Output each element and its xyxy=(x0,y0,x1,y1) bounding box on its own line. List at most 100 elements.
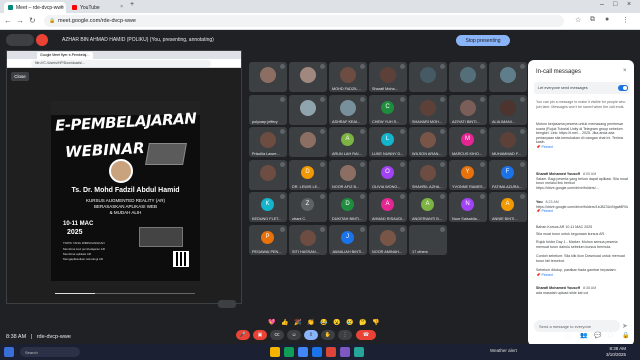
more-options-button[interactable]: ⋮ xyxy=(338,330,352,340)
participant-tile[interactable]: A ARUN LAH RAI... xyxy=(329,127,367,157)
file-explorer-icon[interactable] xyxy=(270,347,280,357)
annotate-button[interactable] xyxy=(36,34,48,46)
close-icon[interactable]: × xyxy=(60,4,63,10)
maximize-icon[interactable]: □ xyxy=(613,1,617,8)
app-icon[interactable] xyxy=(340,347,350,357)
clap-icon[interactable]: 👏 xyxy=(307,319,314,326)
participant-tile[interactable]: NOOR AMINAH... xyxy=(369,224,407,255)
people-icon[interactable]: 👥 xyxy=(580,332,587,339)
participant-tile[interactable] xyxy=(289,127,327,157)
present-button[interactable]: ⇪ xyxy=(304,330,318,340)
leave-call-button[interactable]: ☎ xyxy=(356,330,376,340)
reactions-button[interactable]: ☺ xyxy=(287,330,301,340)
host-controls-icon[interactable]: 🔒 xyxy=(622,332,629,339)
surprised-icon[interactable]: 😮 xyxy=(333,319,340,326)
participant-tile[interactable]: SITI HASSAN... xyxy=(289,224,327,255)
tab-youtube[interactable]: YouTube × xyxy=(68,2,126,13)
participant-tile[interactable]: K KEDUNG FLET... xyxy=(249,192,287,222)
mic-button[interactable]: 🎤 xyxy=(236,330,250,340)
participant-tile[interactable]: O OLIVIA WONG... xyxy=(369,159,407,190)
back-icon[interactable]: ← xyxy=(4,16,12,25)
thinking-icon[interactable]: 🤔 xyxy=(359,319,366,326)
thumbs-down-icon[interactable]: 👎 xyxy=(372,319,379,326)
reload-icon[interactable]: ↻ xyxy=(29,16,36,25)
participant-tile[interactable]: ALIA IMANI... xyxy=(489,94,527,125)
participant-tile[interactable]: F FATIMA AZURA... xyxy=(489,159,527,190)
share-control-button[interactable] xyxy=(218,300,236,308)
close-button[interactable]: Close xyxy=(11,72,29,81)
minimize-icon[interactable]: – xyxy=(600,1,604,8)
captions-button[interactable]: cc xyxy=(270,330,284,340)
participant-tile[interactable]: NOOR AFIZ B... xyxy=(329,159,367,190)
close-icon[interactable]: × xyxy=(623,68,627,74)
chat-input[interactable]: Send a message to everyone xyxy=(534,320,620,332)
participant-tile[interactable]: P PEGAWAI PEN... xyxy=(249,224,287,255)
edge-icon[interactable] xyxy=(312,347,322,357)
info-icon[interactable]: ⓘ xyxy=(566,332,572,341)
participant-tile[interactable]: A ANGERIANTI B... xyxy=(409,192,447,222)
participant-tile[interactable]: D DUKITAH BINTI... xyxy=(329,192,367,222)
window-close-icon[interactable]: × xyxy=(627,1,631,8)
new-tab-icon[interactable]: + xyxy=(130,1,134,8)
participant-tile[interactable]: Y YVONNE RAMES... xyxy=(449,159,487,190)
laugh-icon[interactable]: 😂 xyxy=(320,319,327,326)
chat-toggle[interactable] xyxy=(618,85,628,91)
participant-tile[interactable]: M MARCUS KIHO... xyxy=(449,127,487,157)
activities-icon[interactable]: ⬡ xyxy=(608,332,613,339)
participant-tile[interactable] xyxy=(489,62,527,92)
pin-icon[interactable]: 📌 Pinned xyxy=(536,273,628,278)
party-icon[interactable]: 🎉 xyxy=(294,319,301,326)
participant-tile[interactable]: L LUKE NUNNY D... xyxy=(369,127,407,157)
chat-icon[interactable]: 💬 xyxy=(594,332,601,339)
forward-icon[interactable]: → xyxy=(16,16,24,25)
viewer-toolbar[interactable] xyxy=(55,283,195,294)
participant-tile[interactable]: AZIYATI BINTI... xyxy=(449,94,487,125)
participant-tile[interactable]: 17 others xyxy=(409,224,447,255)
app-icon[interactable] xyxy=(354,347,364,357)
participant-tile[interactable]: ASHRAF KEAI... xyxy=(329,94,367,125)
participant-tile[interactable]: D DR. LEWIS LE... xyxy=(289,159,327,190)
camera-button[interactable]: ▣ xyxy=(253,330,267,340)
pin-icon[interactable]: 📌 Pinned xyxy=(536,145,628,150)
heart-icon[interactable]: 💖 xyxy=(268,319,275,326)
participant-tile[interactable] xyxy=(449,62,487,92)
windows-start-icon[interactable] xyxy=(4,347,14,357)
participant-tile[interactable]: Zztrani C. xyxy=(289,192,327,222)
star-icon[interactable]: ☆ xyxy=(575,16,581,24)
menu-icon[interactable]: ⋮ xyxy=(622,16,629,24)
participant-tile[interactable] xyxy=(289,62,327,92)
participant-tile[interactable]: A ANNIE BINTI... xyxy=(489,192,527,222)
send-icon[interactable]: ➤ xyxy=(622,322,628,330)
participant-tile[interactable]: J JAMALIAH BINTI... xyxy=(329,224,367,255)
close-icon[interactable]: × xyxy=(120,4,123,10)
participant-tile[interactable]: Priscilla Lawre... xyxy=(249,127,287,157)
extensions-icon[interactable]: ⧉ xyxy=(590,16,595,24)
participant-tile[interactable]: A AHMAD RISAUDI... xyxy=(369,192,407,222)
participant-tile[interactable]: MUHAMMAD F... xyxy=(489,127,527,157)
participant-tile[interactable]: N Noor Salsabila... xyxy=(449,192,487,222)
weather-alert[interactable]: Weather alert xyxy=(490,348,517,353)
tab-meet[interactable]: Meet – rde-dvcp-wwe × xyxy=(4,2,66,13)
participant-tile[interactable] xyxy=(249,159,287,190)
participant-tile[interactable]: MOHD FADZIL... xyxy=(329,62,367,92)
participant-tile[interactable]: polycarp jeffery xyxy=(249,94,287,125)
participant-tile[interactable] xyxy=(289,94,327,125)
participant-tile[interactable]: C CHEW YUH S... xyxy=(369,94,407,125)
stop-presenting-button[interactable]: Stop presenting xyxy=(456,35,510,46)
raise-hand-button[interactable]: ✋ xyxy=(321,330,335,340)
participant-tile[interactable]: SHAHARI MOH... xyxy=(409,94,447,125)
sad-icon[interactable]: 😢 xyxy=(346,319,353,326)
participant-tile[interactable] xyxy=(249,62,287,92)
store-icon[interactable] xyxy=(284,347,294,357)
clock[interactable]: 8:38 AM 3/10/2025 xyxy=(606,346,626,357)
app-icon[interactable] xyxy=(326,347,336,357)
participant-tile[interactable]: WILSON ARAN... xyxy=(409,127,447,157)
profile-icon[interactable]: ● xyxy=(605,16,609,23)
participant-tile[interactable]: Sharafi Moha... xyxy=(369,62,407,92)
chrome-icon[interactable] xyxy=(298,347,308,357)
taskbar-search[interactable]: Search xyxy=(20,347,80,357)
thumbs-up-icon[interactable]: 👍 xyxy=(281,319,288,326)
present-options-button[interactable] xyxy=(6,34,34,46)
participant-tile[interactable]: SHAHRIL AZHA... xyxy=(409,159,447,190)
participant-tile[interactable] xyxy=(409,62,447,92)
